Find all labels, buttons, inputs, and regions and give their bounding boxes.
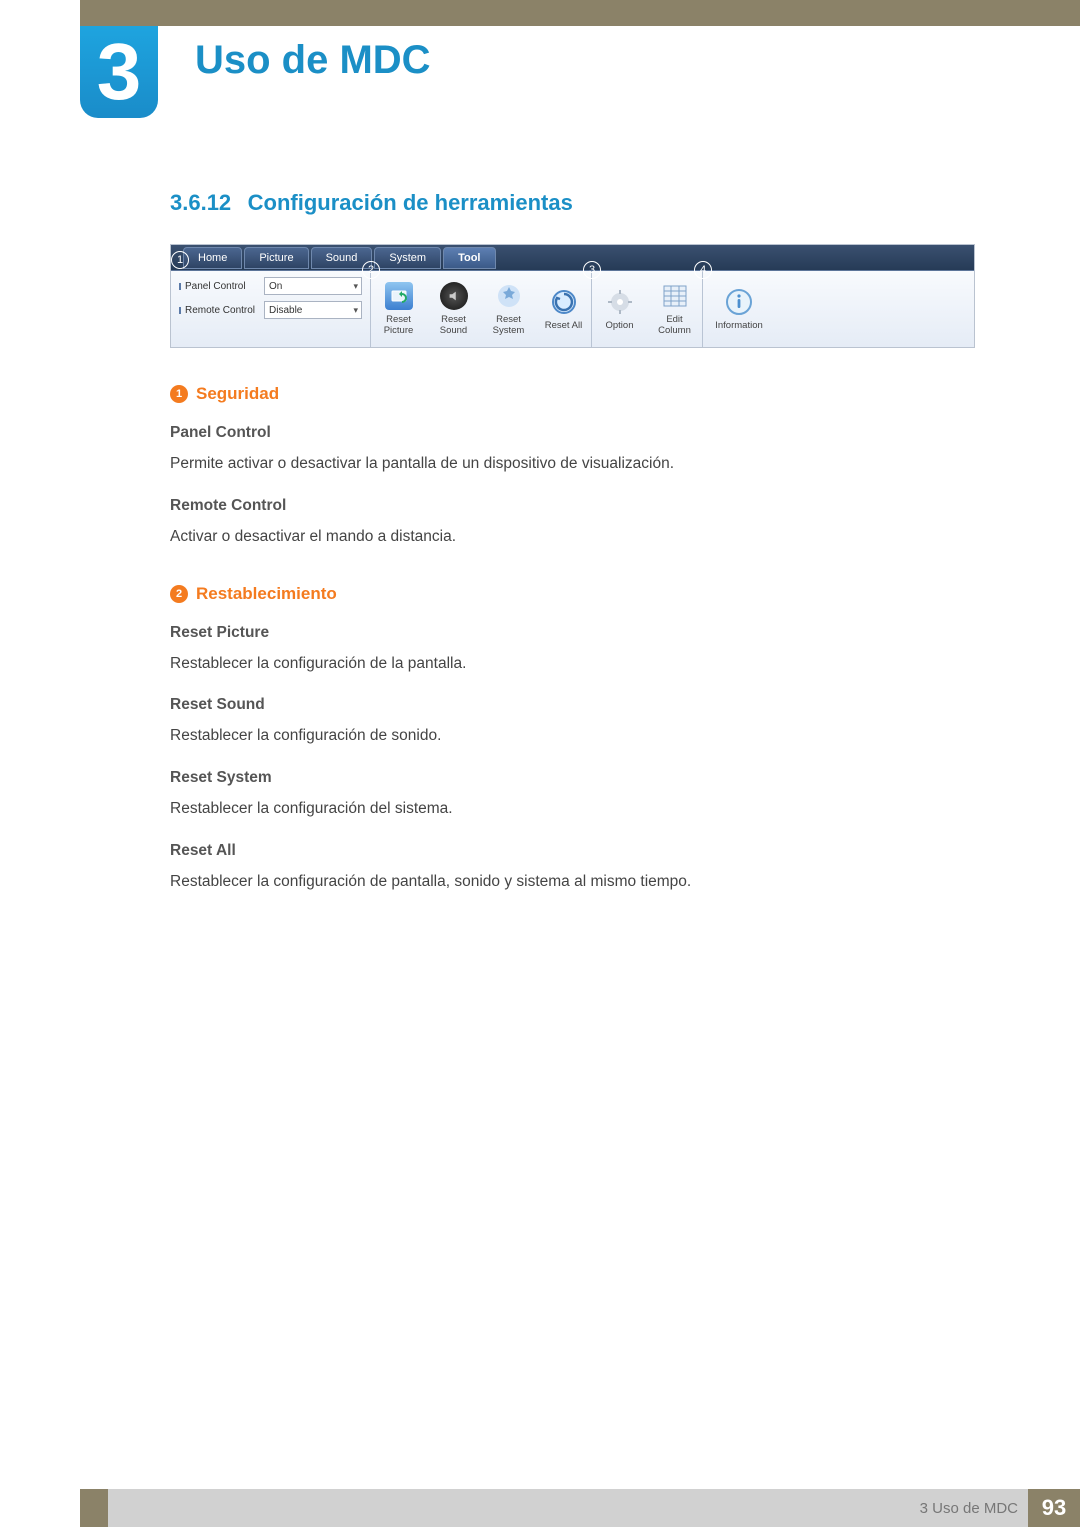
subsection-bullet-2: 2: [170, 585, 188, 603]
section-heading: 3.6.12 Configuración de herramientas: [170, 190, 975, 216]
remote-control-row: Remote Control Disable: [179, 301, 362, 319]
callout-3: 3: [583, 261, 601, 279]
panel-control-dropdown[interactable]: On: [264, 277, 362, 295]
footer-bar: 3 Uso de MDC 93: [80, 1489, 1080, 1527]
subsection-bullet-1: 1: [170, 385, 188, 403]
item-text-remote-control: Activar o desactivar el mando a distanci…: [170, 525, 975, 550]
toolbar: Panel Control On Remote Control Disable …: [171, 271, 974, 347]
remote-control-dropdown[interactable]: Disable: [264, 301, 362, 319]
edit-column-button[interactable]: Edit Column: [647, 271, 702, 347]
top-accent-bar: [80, 0, 1080, 26]
edit-column-icon: [661, 282, 689, 310]
option-group: 3 Option Edit Column: [592, 271, 703, 347]
option-button[interactable]: Option: [592, 271, 647, 347]
chapter-number: 3: [97, 32, 142, 112]
subsection-title-seguridad: Seguridad: [196, 384, 279, 404]
subsection-seguridad: 1 Seguridad: [170, 384, 975, 404]
content-area: 3.6.12 Configuración de herramientas 1 H…: [170, 190, 975, 895]
footer-text: 3 Uso de MDC: [920, 1500, 1018, 1517]
chapter-title: Uso de MDC: [195, 38, 431, 83]
reset-all-button[interactable]: Reset All: [536, 271, 591, 347]
panel-control-label: Panel Control: [179, 281, 264, 292]
tab-tool[interactable]: Tool: [443, 247, 495, 269]
tab-picture[interactable]: Picture: [244, 247, 308, 269]
item-title-reset-sound: Reset Sound: [170, 696, 975, 714]
callout-4: 4: [694, 261, 712, 279]
tab-home[interactable]: Home: [183, 247, 242, 269]
callout-2: 2: [362, 261, 380, 279]
reset-group: 2 Reset Picture Reset Sound: [371, 271, 592, 347]
reset-sound-icon: [440, 282, 468, 310]
item-text-panel-control: Permite activar o desactivar la pantalla…: [170, 452, 975, 477]
gear-icon: [606, 288, 634, 316]
item-text-reset-picture: Restablecer la configuración de la panta…: [170, 652, 975, 677]
tab-system[interactable]: System: [374, 247, 441, 269]
section-title: Configuración de herramientas: [248, 190, 573, 215]
item-title-panel-control: Panel Control: [170, 424, 975, 442]
callout-1: 1: [171, 251, 189, 269]
reset-all-icon: [550, 288, 578, 316]
item-title-reset-picture: Reset Picture: [170, 624, 975, 642]
reset-picture-icon: [385, 282, 413, 310]
section-number: 3.6.12: [170, 190, 231, 215]
reset-picture-button[interactable]: Reset Picture: [371, 271, 426, 347]
info-group: 4 Information: [703, 271, 775, 347]
panel-control-row: Panel Control On: [179, 277, 362, 295]
information-button[interactable]: Information: [703, 271, 775, 347]
subsection-title-restablecimiento: Restablecimiento: [196, 584, 337, 604]
item-title-reset-all: Reset All: [170, 842, 975, 860]
item-text-reset-system: Restablecer la configuración del sistema…: [170, 797, 975, 822]
reset-system-button[interactable]: Reset System: [481, 271, 536, 347]
item-text-reset-sound: Restablecer la configuración de sonido.: [170, 724, 975, 749]
item-title-reset-system: Reset System: [170, 769, 975, 787]
reset-system-icon: [495, 282, 523, 310]
panel-controls-group: Panel Control On Remote Control Disable: [171, 271, 371, 347]
info-icon: [725, 288, 753, 316]
remote-control-label: Remote Control: [179, 305, 264, 316]
reset-sound-button[interactable]: Reset Sound: [426, 271, 481, 347]
item-text-reset-all: Restablecer la configuración de pantalla…: [170, 870, 975, 895]
item-title-remote-control: Remote Control: [170, 497, 975, 515]
app-screenshot: 1 Home Picture Sound System Tool Panel C…: [170, 244, 975, 348]
chapter-badge: 3: [80, 26, 158, 118]
footer-left-accent: [80, 1489, 108, 1527]
subsection-restablecimiento: 2 Restablecimiento: [170, 584, 975, 604]
tab-bar: 1 Home Picture Sound System Tool: [171, 245, 974, 271]
page-number: 93: [1028, 1489, 1080, 1527]
